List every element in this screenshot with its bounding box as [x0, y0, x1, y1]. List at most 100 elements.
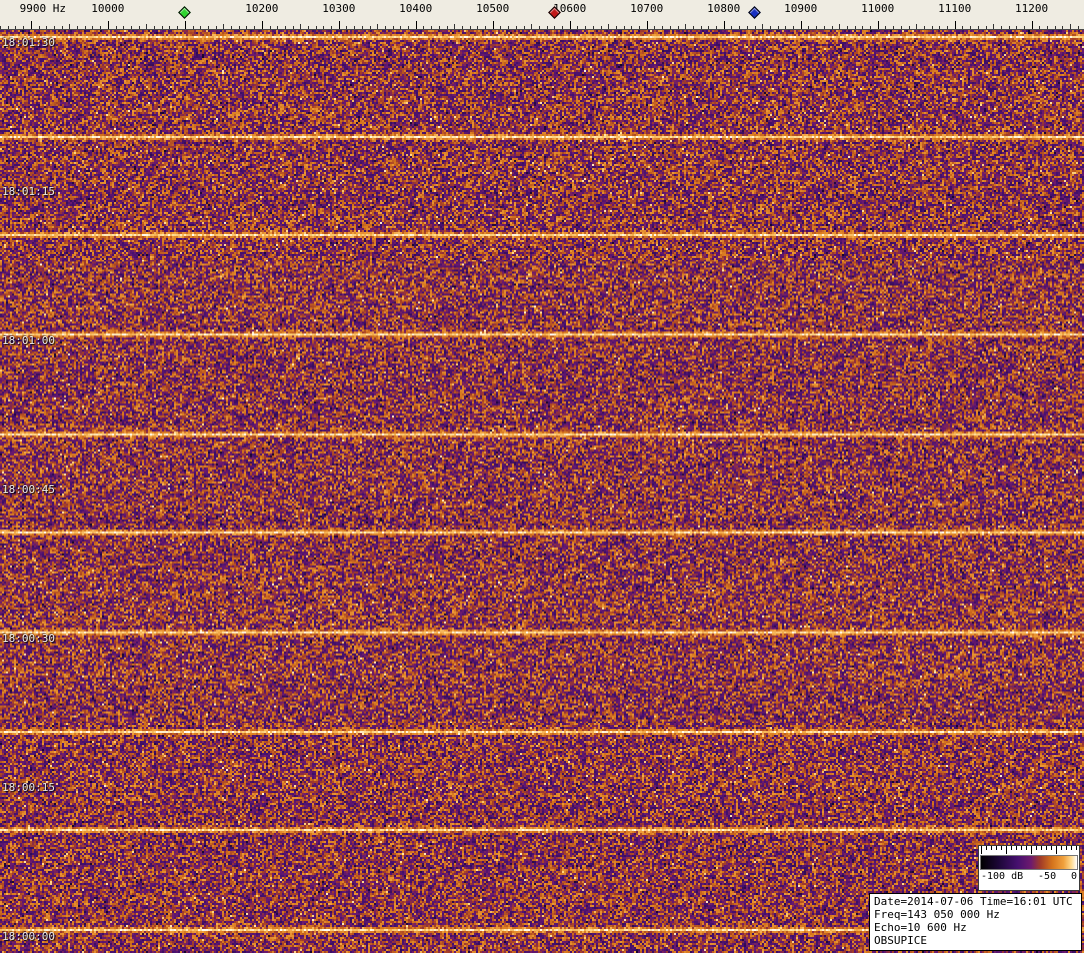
- freq-tick: [986, 26, 987, 29]
- freq-tick: [508, 26, 509, 29]
- freq-tick: [277, 26, 278, 29]
- freq-tick: [739, 26, 740, 29]
- freq-axis-label: 10000: [91, 3, 124, 15]
- frequency-ruler[interactable]: 9900 Hz 10000 10200 10300 10400 10500 10600 107…: [0, 0, 1084, 30]
- colorbar-labels: -100 dB -50 0: [979, 870, 1079, 884]
- freq-axis-label: 10200: [245, 3, 278, 15]
- freq-tick: [947, 26, 948, 29]
- freq-tick: [123, 26, 124, 29]
- freq-tick: [493, 21, 494, 29]
- colorbar-tick: [1006, 846, 1007, 854]
- freq-tick: [316, 26, 317, 29]
- colorbar-tick: [981, 846, 982, 854]
- colorbar-min-label: -100 dB: [981, 870, 1023, 884]
- freq-tick: [354, 26, 355, 29]
- freq-axis-label: 11000: [861, 3, 894, 15]
- freq-tick: [731, 26, 732, 29]
- green-marker-diamond-icon[interactable]: [178, 6, 191, 19]
- colorbar-tick: [1066, 846, 1067, 850]
- freq-tick: [801, 21, 802, 29]
- freq-tick: [662, 26, 663, 29]
- freq-tick: [200, 26, 201, 29]
- freq-tick: [423, 26, 424, 29]
- freq-tick: [824, 26, 825, 29]
- freq-tick: [832, 26, 833, 29]
- freq-tick: [293, 26, 294, 29]
- freq-tick: [31, 21, 32, 29]
- colorbar-max-label: 0: [1071, 870, 1077, 884]
- freq-axis-label: 11100: [938, 3, 971, 15]
- freq-tick: [993, 24, 994, 29]
- colorbar-tick: [1021, 846, 1022, 850]
- freq-tick: [54, 26, 55, 29]
- freq-tick: [924, 26, 925, 29]
- freq-tick: [539, 26, 540, 29]
- freq-tick: [901, 26, 902, 29]
- freq-tick: [500, 26, 501, 29]
- colorbar-tick: [1011, 846, 1012, 850]
- freq-tick: [15, 26, 16, 29]
- freq-tick: [385, 26, 386, 29]
- freq-tick: [855, 26, 856, 29]
- freq-tick: [778, 26, 779, 29]
- freq-tick: [69, 24, 70, 29]
- freq-tick: [1032, 21, 1033, 29]
- freq-axis-label: 9900 Hz: [20, 3, 66, 15]
- freq-tick: [346, 26, 347, 29]
- freq-tick: [377, 24, 378, 29]
- freq-tick: [816, 26, 817, 29]
- freq-tick: [624, 26, 625, 29]
- freq-tick: [8, 26, 9, 29]
- colorbar-tick: [986, 846, 987, 850]
- freq-tick: [285, 26, 286, 29]
- colorbar-tick: [1016, 846, 1017, 850]
- freq-tick: [955, 21, 956, 29]
- freq-tick: [524, 26, 525, 29]
- freq-axis-label: 10700: [630, 3, 663, 15]
- freq-tick: [639, 26, 640, 29]
- freq-tick: [531, 24, 532, 29]
- colorbar-tick: [991, 846, 992, 850]
- freq-tick: [154, 26, 155, 29]
- freq-tick: [1055, 26, 1056, 29]
- colorbar-tick: [1036, 846, 1037, 850]
- freq-tick: [92, 26, 93, 29]
- colorbar-tick: [1041, 846, 1042, 850]
- freq-tick: [223, 24, 224, 29]
- freq-tick: [439, 26, 440, 29]
- freq-tick: [77, 26, 78, 29]
- freq-axis-label: 10400: [399, 3, 432, 15]
- waterfall-spectrogram-screen: 9900 Hz 10000 10200 10300 10400 10500 10600 107…: [0, 0, 1084, 953]
- waterfall-canvas[interactable]: [0, 30, 1084, 953]
- freq-tick: [716, 26, 717, 29]
- freq-tick: [562, 26, 563, 29]
- freq-axis-label: 10900: [784, 3, 817, 15]
- freq-axis-label: 10300: [322, 3, 355, 15]
- colorbar-tick: [1056, 846, 1057, 854]
- freq-tick: [339, 21, 340, 29]
- freq-tick: [808, 26, 809, 29]
- freq-tick: [85, 26, 86, 29]
- freq-tick: [208, 26, 209, 29]
- freq-tick: [547, 26, 548, 29]
- freq-tick: [185, 21, 186, 29]
- freq-tick: [108, 21, 109, 29]
- freq-tick: [585, 26, 586, 29]
- freq-tick: [116, 26, 117, 29]
- freq-tick: [246, 26, 247, 29]
- freq-tick: [270, 26, 271, 29]
- colorbar-tick: [1026, 846, 1027, 850]
- freq-tick: [146, 24, 147, 29]
- blue-marker-diamond-icon[interactable]: [748, 6, 761, 19]
- info-box: Date=2014-07-06 Time=16:01 UTC Freq=143 …: [869, 893, 1082, 951]
- freq-tick: [909, 26, 910, 29]
- freq-tick: [701, 26, 702, 29]
- freq-tick: [1016, 26, 1017, 29]
- freq-tick: [23, 26, 24, 29]
- freq-tick: [554, 26, 555, 29]
- freq-axis-label: 11200: [1015, 3, 1048, 15]
- freq-tick: [724, 21, 725, 29]
- freq-tick: [878, 21, 879, 29]
- colorbar: -100 dB -50 0: [978, 845, 1080, 891]
- colorbar-tick: [1051, 846, 1052, 850]
